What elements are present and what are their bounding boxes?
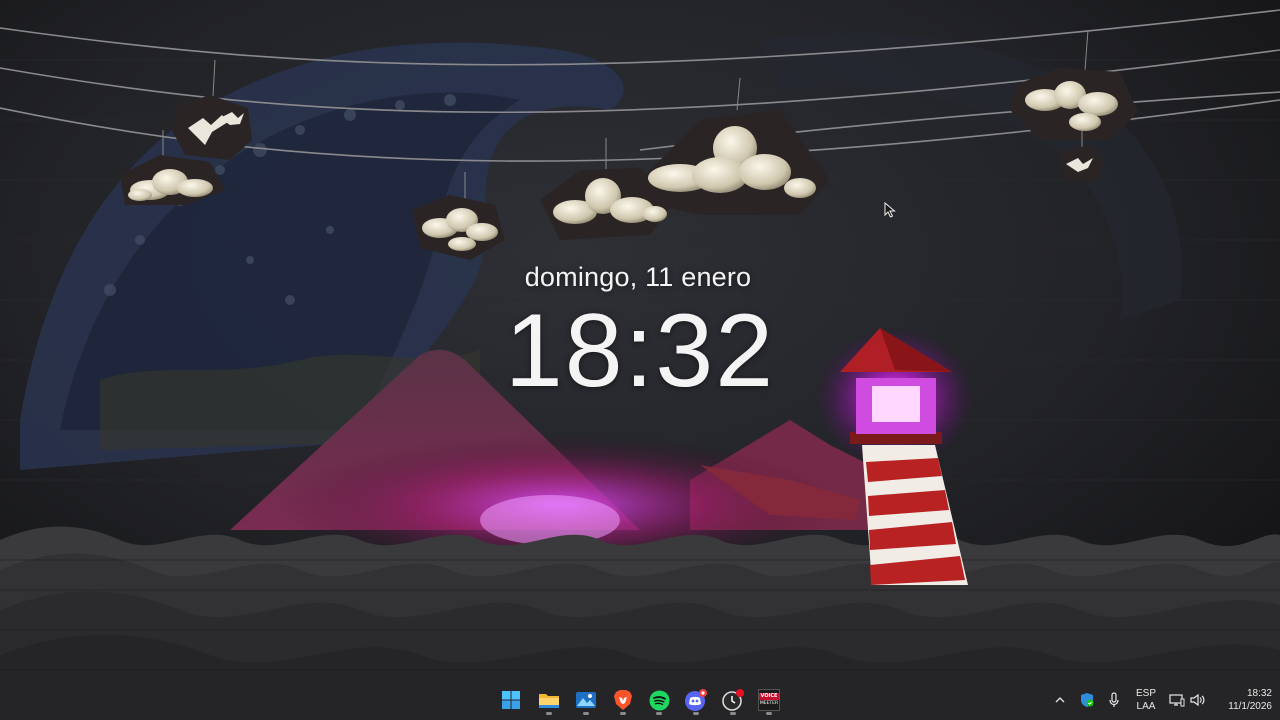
tray-time: 18:32 bbox=[1246, 688, 1272, 699]
tray-network[interactable] bbox=[1167, 680, 1187, 720]
clock-icon bbox=[722, 689, 744, 711]
photos-icon bbox=[576, 692, 596, 708]
lock-screen-date: domingo, 11 enero bbox=[524, 262, 752, 292]
tray-date: 11/1/2026 bbox=[1228, 701, 1272, 712]
tray-volume[interactable] bbox=[1188, 680, 1208, 720]
shield-icon bbox=[1081, 693, 1094, 707]
speaker-icon bbox=[1190, 693, 1205, 707]
mouse-cursor-icon bbox=[884, 202, 896, 218]
tray-microphone[interactable] bbox=[1104, 680, 1124, 720]
discord-icon bbox=[685, 689, 707, 711]
taskbar-app-photos[interactable] bbox=[571, 684, 601, 716]
windows-logo-icon bbox=[502, 691, 520, 709]
brave-lion-icon bbox=[614, 690, 632, 710]
running-indicator bbox=[693, 712, 699, 715]
tray-clock[interactable]: 18:32 11/1/2026 bbox=[1208, 687, 1272, 713]
language-code: ESP bbox=[1135, 688, 1156, 699]
network-icon bbox=[1169, 694, 1185, 707]
folder-icon bbox=[539, 694, 559, 708]
running-indicator bbox=[656, 712, 662, 715]
running-indicator bbox=[546, 712, 552, 715]
voicemeeter-label-bottom: MEETER bbox=[759, 700, 779, 706]
start-button[interactable] bbox=[496, 684, 526, 716]
lock-screen-time: 18:32 bbox=[504, 293, 776, 409]
tray-input-language[interactable]: ESP LAA bbox=[1131, 687, 1161, 713]
taskbar: VOICE MEETER bbox=[0, 680, 1280, 720]
microphone-icon bbox=[1109, 692, 1119, 707]
spotify-icon bbox=[649, 690, 669, 710]
tray-defender[interactable] bbox=[1077, 680, 1097, 720]
taskbar-app-discord[interactable] bbox=[681, 684, 711, 716]
taskbar-app-brave[interactable] bbox=[608, 684, 638, 716]
voicemeeter-label-top: VOICE bbox=[759, 692, 779, 700]
running-indicator bbox=[620, 712, 626, 715]
taskbar-app-spotify[interactable] bbox=[644, 684, 674, 716]
voicemeeter-icon: VOICE MEETER bbox=[758, 689, 780, 711]
show-hidden-icons-button[interactable] bbox=[1052, 680, 1068, 720]
keyboard-layout: LAA bbox=[1136, 701, 1156, 712]
chevron-up-icon bbox=[1055, 697, 1065, 703]
taskbar-app-alarm-clock[interactable] bbox=[718, 684, 748, 716]
running-indicator bbox=[766, 712, 772, 715]
taskbar-app-voicemeeter[interactable]: VOICE MEETER bbox=[754, 684, 784, 716]
running-indicator bbox=[730, 712, 736, 715]
running-indicator bbox=[583, 712, 589, 715]
taskbar-app-file-explorer[interactable] bbox=[534, 684, 564, 716]
